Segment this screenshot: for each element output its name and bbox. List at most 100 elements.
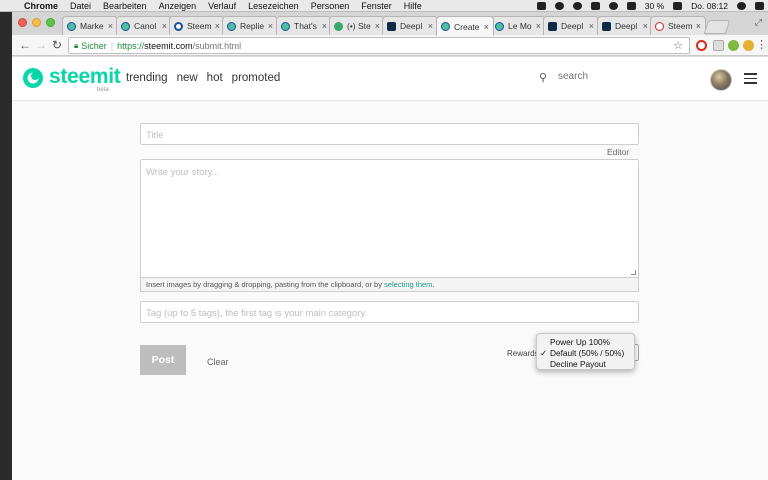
nav-hot[interactable]: hot xyxy=(207,72,223,84)
zoom-window-button[interactable] xyxy=(46,18,55,27)
nav-promoted[interactable]: promoted xyxy=(232,72,281,84)
checkmark-icon: ✓ xyxy=(540,348,547,358)
minimize-window-button[interactable] xyxy=(32,18,41,27)
time-machine-icon[interactable] xyxy=(554,2,564,10)
option-label: Default (50% / 50%) xyxy=(550,348,625,358)
tab-close-icon[interactable]: × xyxy=(643,21,648,31)
tab-5[interactable]: (•) Ste × xyxy=(329,16,385,35)
tab-4[interactable]: That's × xyxy=(276,16,332,35)
tab-title: Marke xyxy=(80,21,104,31)
volume-icon[interactable] xyxy=(626,2,636,10)
tab-8[interactable]: Le Mo × xyxy=(490,16,546,35)
menu-hilfe[interactable]: Hilfe xyxy=(398,1,428,11)
tab-title: Steem xyxy=(668,21,693,31)
menu-anzeigen[interactable]: Anzeigen xyxy=(153,1,203,11)
tab-7-active[interactable]: Create × xyxy=(436,16,494,36)
search-input[interactable] xyxy=(558,71,678,82)
menu-datei[interactable]: Datei xyxy=(64,1,97,11)
hamburger-menu-icon[interactable] xyxy=(744,73,757,87)
tab-title: Steem xyxy=(187,21,212,31)
tab-close-icon[interactable]: × xyxy=(536,21,541,31)
hint-text: Insert images by dragging & dropping, pa… xyxy=(146,280,385,289)
address-bar[interactable]: 🔒︎ Sicher | https:// steemit.com /submit… xyxy=(68,37,690,54)
close-window-button[interactable] xyxy=(18,18,27,27)
menu-personen[interactable]: Personen xyxy=(305,1,356,11)
wifi-icon[interactable] xyxy=(608,2,618,10)
tab-title: Deepl xyxy=(400,21,423,31)
select-images-link[interactable]: selecting them xyxy=(384,280,432,289)
site-logo-text[interactable]: steemit xyxy=(49,65,121,89)
battery-icon[interactable] xyxy=(673,2,683,10)
nav-new[interactable]: new xyxy=(177,72,198,84)
search-icon[interactable]: ⚲ xyxy=(539,71,547,84)
tags-input[interactable]: Tag (up to 5 tags), the first tag is you… xyxy=(140,301,639,323)
location-icon[interactable] xyxy=(572,2,582,10)
tab-close-icon[interactable]: × xyxy=(589,21,594,31)
menu-fenster[interactable]: Fenster xyxy=(355,1,398,11)
menu-app-name[interactable]: Chrome xyxy=(18,1,64,11)
back-arrow-icon[interactable]: ← xyxy=(19,38,31,52)
chrome-menu-icon[interactable]: ⋮ xyxy=(756,38,767,52)
rewards-option-power-up[interactable]: Power Up 100% xyxy=(537,337,634,348)
forward-arrow-icon[interactable]: → xyxy=(35,38,47,52)
steem-favicon-icon xyxy=(174,21,183,31)
tab-0[interactable]: Marke × xyxy=(62,16,118,35)
nav-trending[interactable]: trending xyxy=(126,72,168,84)
steemit-logo-icon[interactable] xyxy=(22,67,44,89)
tab-title: That's xyxy=(294,21,317,31)
reload-icon[interactable]: ↻ xyxy=(52,38,62,52)
browser-window: Marke × Canol × Steem × Replie × That's × (•)… xyxy=(12,12,768,480)
menu-bearbeiten[interactable]: Bearbeiten xyxy=(97,1,153,11)
tab-10[interactable]: Deepl × xyxy=(597,16,653,35)
globe-extension-icon[interactable] xyxy=(728,40,739,51)
steemit-favicon-icon xyxy=(441,22,450,31)
image-upload-hint: Insert images by dragging & dropping, pa… xyxy=(140,278,639,292)
tab-2[interactable]: Steem × xyxy=(169,16,225,35)
tab-close-icon[interactable]: × xyxy=(268,21,273,31)
opera-extension-icon[interactable] xyxy=(696,40,707,51)
menu-verlauf[interactable]: Verlauf xyxy=(202,1,242,11)
tab-6[interactable]: Deepl × xyxy=(382,16,438,35)
deepl-favicon-icon xyxy=(548,21,557,31)
red-favicon-icon xyxy=(655,21,664,31)
tab-close-icon[interactable]: × xyxy=(108,21,113,31)
tab-close-icon[interactable]: × xyxy=(428,21,433,31)
bookmark-star-icon[interactable]: ☆ xyxy=(673,39,683,52)
rewards-option-default[interactable]: ✓ Default (50% / 50%) xyxy=(537,348,634,359)
clear-button[interactable]: Clear xyxy=(207,357,229,367)
resize-handle-icon[interactable] xyxy=(631,270,636,275)
tab-title: Replie xyxy=(240,21,265,31)
deepl-favicon-icon xyxy=(387,21,396,31)
tab-3[interactable]: Replie × xyxy=(222,16,278,35)
clock[interactable]: Do. 08:12 xyxy=(691,1,728,11)
dropbox-icon[interactable] xyxy=(536,2,546,10)
tab-strip: Marke × Canol × Steem × Replie × That's × (•)… xyxy=(12,12,768,36)
battery-percent[interactable]: 30 % xyxy=(645,1,664,11)
new-tab-button[interactable] xyxy=(703,20,731,34)
editor-toggle-link[interactable]: Editor xyxy=(607,147,629,157)
story-textarea[interactable]: Write your story... xyxy=(140,159,639,278)
bluetooth-icon[interactable] xyxy=(590,2,600,10)
tab-close-icon[interactable]: × xyxy=(215,21,220,31)
spotlight-icon[interactable] xyxy=(737,2,746,10)
fullscreen-icon[interactable]: ⤢ xyxy=(755,17,762,28)
tab-close-icon[interactable]: × xyxy=(375,21,380,31)
secure-label: Sicher xyxy=(81,40,107,51)
menu-lesezeichen[interactable]: Lesezeichen xyxy=(242,1,305,11)
post-title-input[interactable]: Title xyxy=(140,123,639,145)
tab-1[interactable]: Canol × xyxy=(116,16,172,35)
site-header: steemit beta trending new hot promoted ⚲ xyxy=(12,57,768,101)
tab-close-icon[interactable]: × xyxy=(162,21,167,31)
notification-center-icon[interactable] xyxy=(755,2,764,10)
rewards-option-decline[interactable]: Decline Payout xyxy=(537,359,634,370)
tab-close-icon[interactable]: × xyxy=(696,21,701,31)
tab-close-icon[interactable]: × xyxy=(484,22,489,32)
tab-close-icon[interactable]: × xyxy=(322,21,327,31)
user-avatar[interactable] xyxy=(710,69,732,91)
chrome-extension-icon[interactable] xyxy=(743,40,754,51)
post-button[interactable]: Post xyxy=(140,345,186,375)
tab-11[interactable]: Steem × xyxy=(650,16,706,35)
steemit-page: steemit beta trending new hot promoted ⚲… xyxy=(12,57,768,480)
tab-9[interactable]: Deepl × xyxy=(543,16,599,35)
extension-icon[interactable] xyxy=(713,40,724,51)
